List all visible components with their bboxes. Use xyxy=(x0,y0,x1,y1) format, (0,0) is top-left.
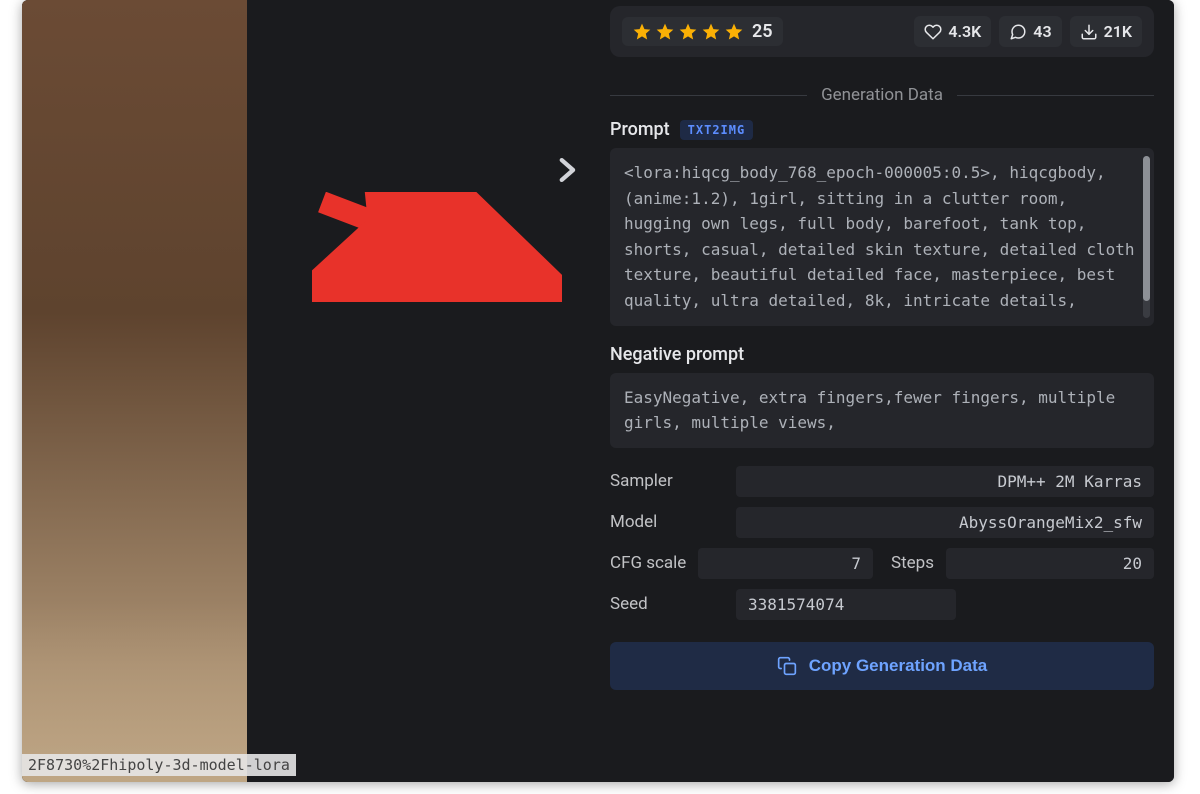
prompt-label: Prompt xyxy=(610,119,670,140)
star-icon xyxy=(724,22,744,42)
heart-icon xyxy=(924,23,942,41)
prompt-scrollbar[interactable] xyxy=(1143,156,1150,318)
generated-image[interactable] xyxy=(22,0,247,782)
cfg-steps-row: CFG scale 7 Steps 20 xyxy=(610,548,1154,579)
sampler-label: Sampler xyxy=(610,471,720,491)
generation-divider-label: Generation Data xyxy=(821,85,943,105)
details-panel: 25 4.3K 43 21K Generation Data xyxy=(600,0,1174,782)
comments-count: 43 xyxy=(1033,22,1051,41)
copy-button-label: Copy Generation Data xyxy=(809,656,988,676)
seed-value[interactable]: 3381574074 xyxy=(736,589,956,620)
stats-bar: 25 4.3K 43 21K xyxy=(610,6,1154,57)
prompt-header: Prompt TXT2IMG xyxy=(610,119,1154,140)
downloads-badge[interactable]: 21K xyxy=(1070,16,1142,47)
model-row: Model AbyssOrangeMix2_sfw xyxy=(610,507,1154,538)
star-icon xyxy=(655,22,675,42)
rating-count: 25 xyxy=(752,21,773,42)
negative-prompt-label: Negative prompt xyxy=(610,344,1154,365)
next-image-button[interactable] xyxy=(546,150,586,190)
steps-label: Steps xyxy=(891,553,934,573)
image-viewer-pane: 2F8730%2Fhipoly-3d-model-lora xyxy=(22,0,600,782)
prompt-text[interactable]: <lora:hiqcg_body_768_epoch-000005:0.5>, … xyxy=(610,148,1154,326)
stat-badges: 4.3K 43 21K xyxy=(914,16,1142,47)
star-icon xyxy=(701,22,721,42)
chevron-right-icon xyxy=(549,153,583,187)
copy-icon xyxy=(777,656,797,676)
model-value[interactable]: AbyssOrangeMix2_sfw xyxy=(736,507,1154,538)
sampler-value[interactable]: DPM++ 2M Karras xyxy=(736,466,1154,497)
seed-label: Seed xyxy=(610,594,720,614)
app-window: 2F8730%2Fhipoly-3d-model-lora xyxy=(22,0,1174,782)
star-group xyxy=(632,22,744,42)
model-label: Model xyxy=(610,512,720,532)
comments-badge[interactable]: 43 xyxy=(999,16,1061,47)
scrollbar-thumb[interactable] xyxy=(1143,156,1150,301)
likes-count: 4.3K xyxy=(948,22,981,41)
seed-row: Seed 3381574074 xyxy=(610,589,1154,620)
cfg-label: CFG scale xyxy=(610,553,686,573)
star-icon xyxy=(678,22,698,42)
negative-prompt-text[interactable]: EasyNegative, extra fingers,fewer finger… xyxy=(610,373,1154,448)
prompt-type-tag: TXT2IMG xyxy=(680,120,754,140)
generation-divider: Generation Data xyxy=(610,85,1154,105)
downloads-count: 21K xyxy=(1104,22,1132,41)
sampler-row: Sampler DPM++ 2M Karras xyxy=(610,466,1154,497)
rating-widget[interactable]: 25 xyxy=(622,17,783,46)
url-overlay: 2F8730%2Fhipoly-3d-model-lora xyxy=(22,754,296,776)
star-icon xyxy=(632,22,652,42)
comment-icon xyxy=(1009,23,1027,41)
generation-params: Sampler DPM++ 2M Karras Model AbyssOrang… xyxy=(610,466,1154,620)
download-icon xyxy=(1080,23,1098,41)
likes-badge[interactable]: 4.3K xyxy=(914,16,991,47)
annotation-arrow xyxy=(312,192,562,302)
steps-value[interactable]: 20 xyxy=(946,548,1154,579)
prompt-box-wrap: <lora:hiqcg_body_768_epoch-000005:0.5>, … xyxy=(610,148,1154,326)
cfg-value[interactable]: 7 xyxy=(698,548,873,579)
copy-generation-button[interactable]: Copy Generation Data xyxy=(610,642,1154,690)
